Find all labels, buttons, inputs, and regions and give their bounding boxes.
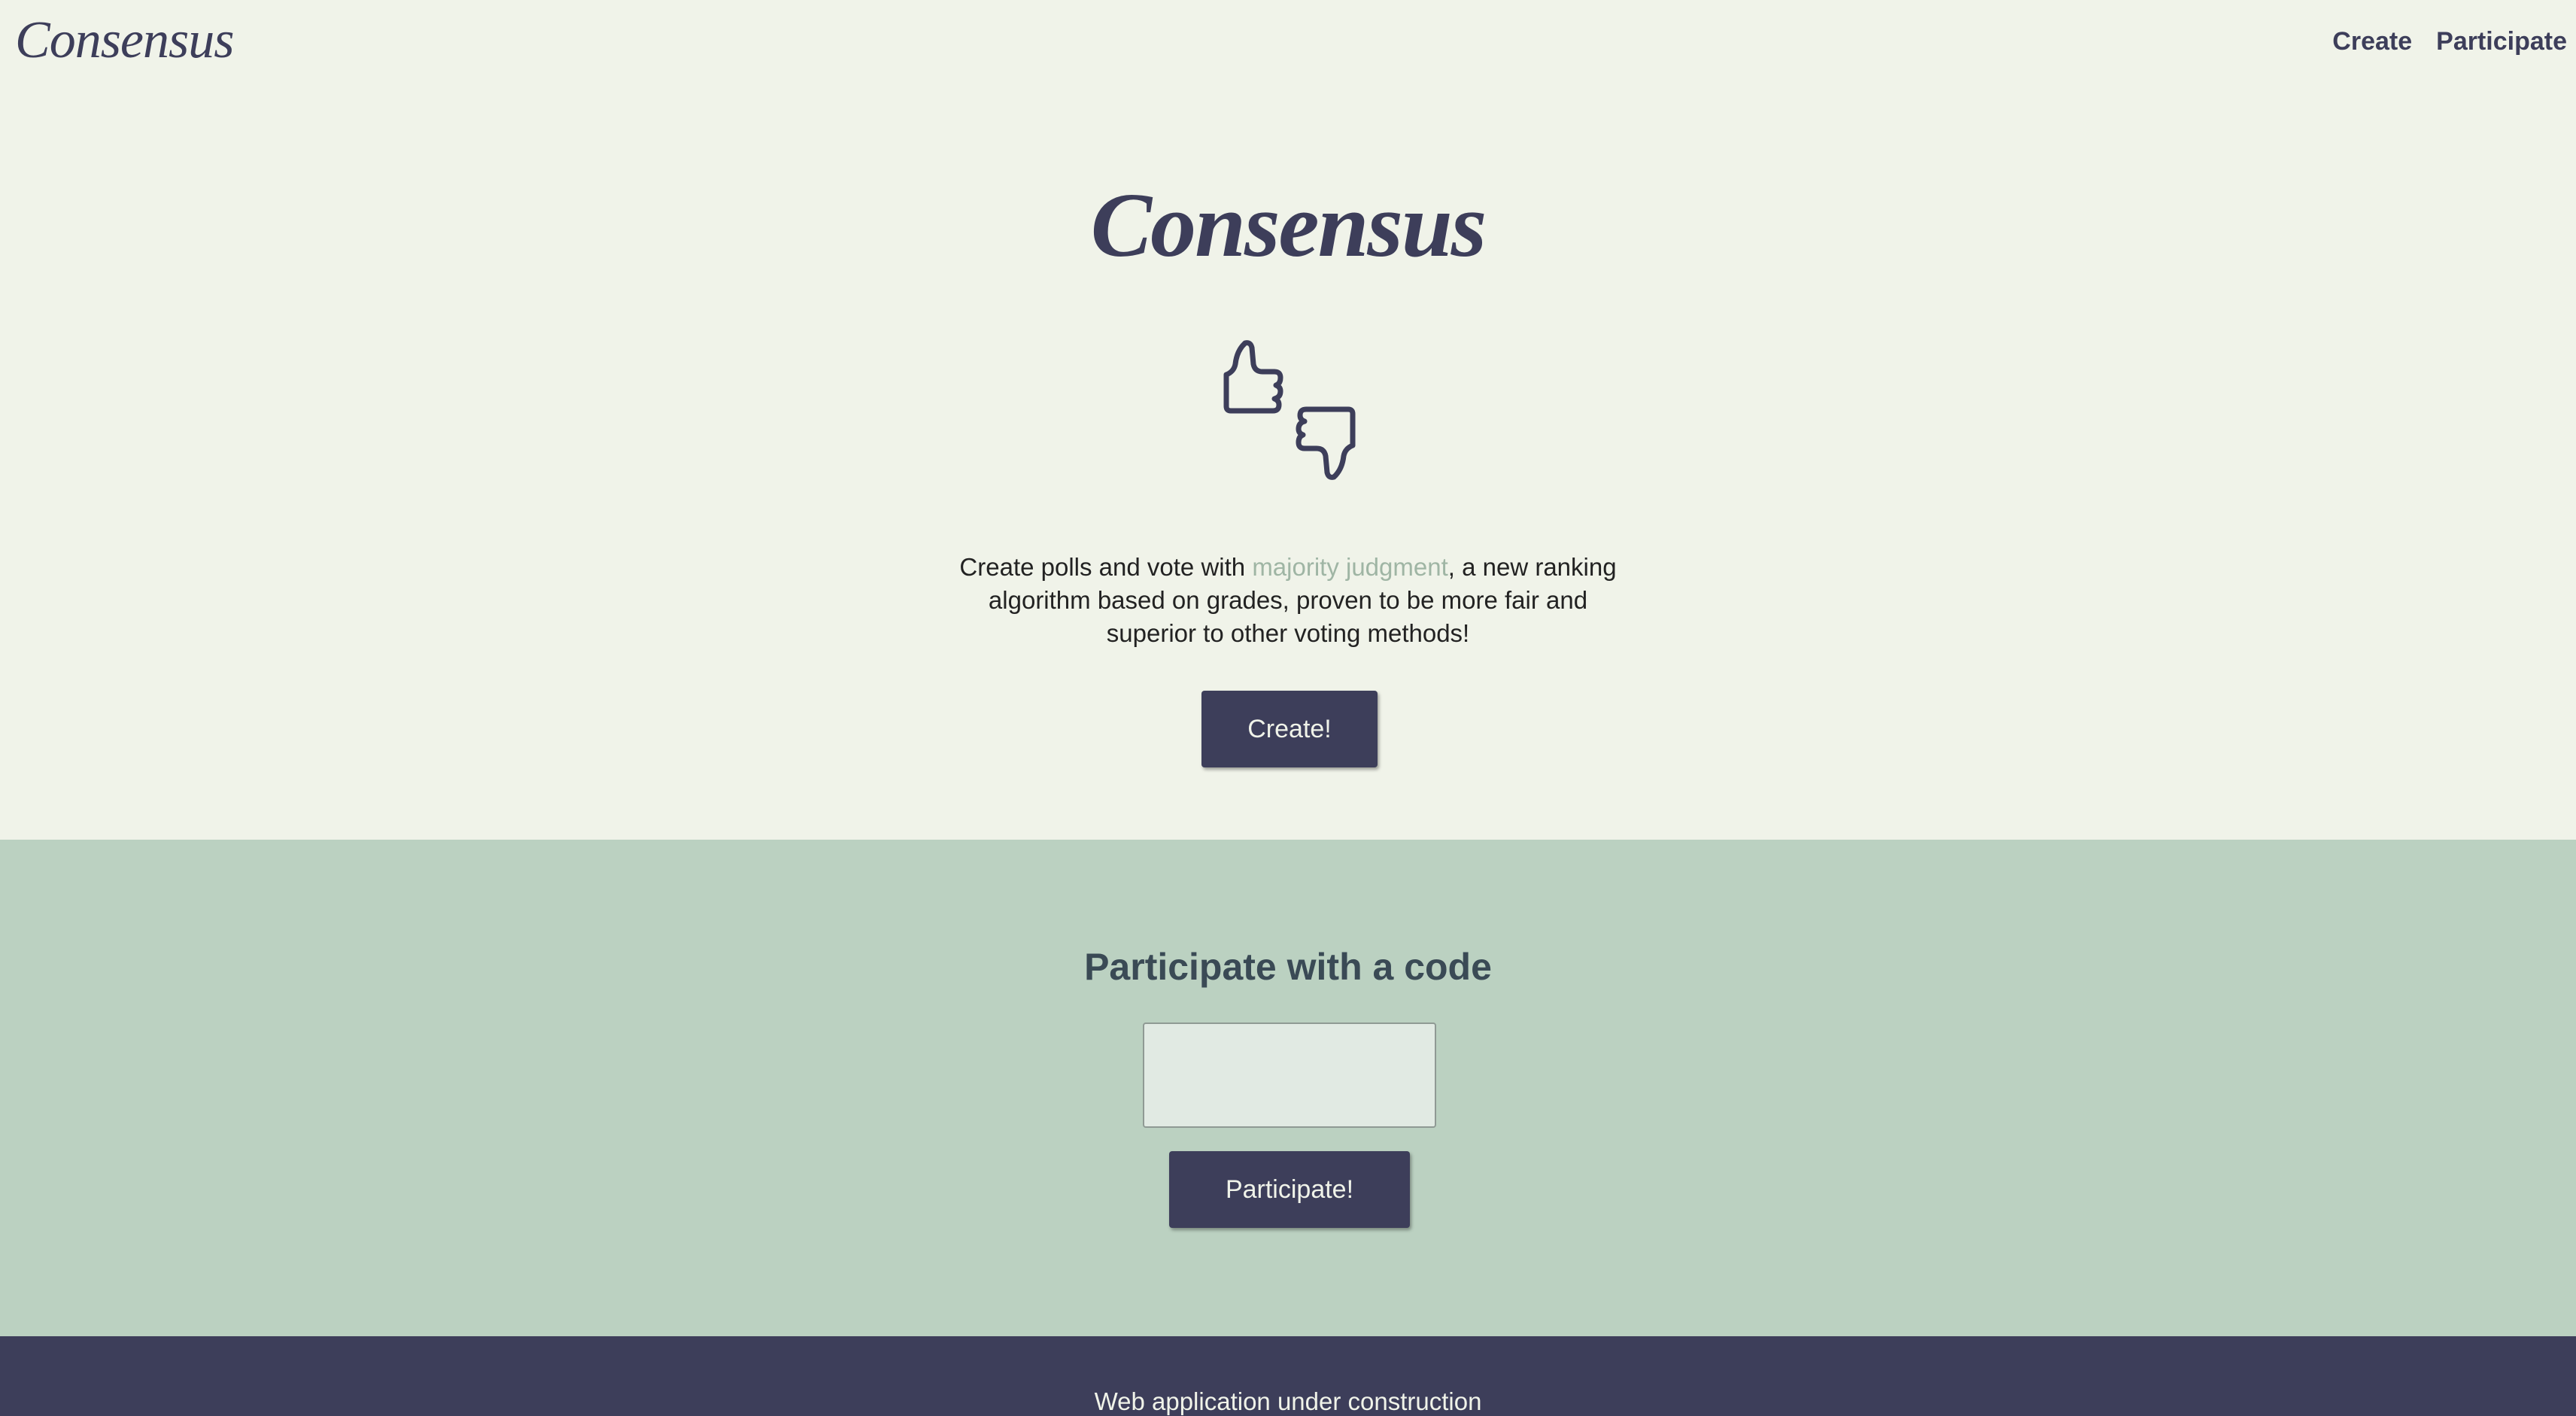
participate-button[interactable]: Participate! — [1169, 1151, 1410, 1228]
hero-section: Consensus Create polls and vote with maj… — [0, 90, 2576, 840]
hero-title: Consensus — [1090, 175, 1487, 276]
participate-section: Participate with a code Participate! — [0, 840, 2576, 1336]
header: Consensus Create Participate — [0, 0, 2576, 90]
participate-title: Participate with a code — [1084, 946, 1492, 988]
footer: Web application under construction — [0, 1336, 2576, 1416]
nav-create-link[interactable]: Create — [2332, 27, 2412, 56]
code-input[interactable] — [1143, 1022, 1436, 1128]
hero-description: Create polls and vote with majority judg… — [949, 551, 1627, 650]
logo[interactable]: Consensus — [15, 11, 234, 71]
main-nav: Create Participate — [2332, 27, 2567, 56]
description-text-start: Create polls and vote with — [959, 553, 1253, 581]
nav-participate-link[interactable]: Participate — [2436, 27, 2567, 56]
page: Consensus Create Participate Consensus C… — [0, 0, 2576, 1416]
thumbs-up-down-icon — [1223, 340, 1356, 480]
create-button[interactable]: Create! — [1201, 691, 1378, 767]
majority-judgment-link[interactable]: majority judgment — [1252, 553, 1447, 581]
footer-text: Web application under construction — [1094, 1387, 1482, 1415]
